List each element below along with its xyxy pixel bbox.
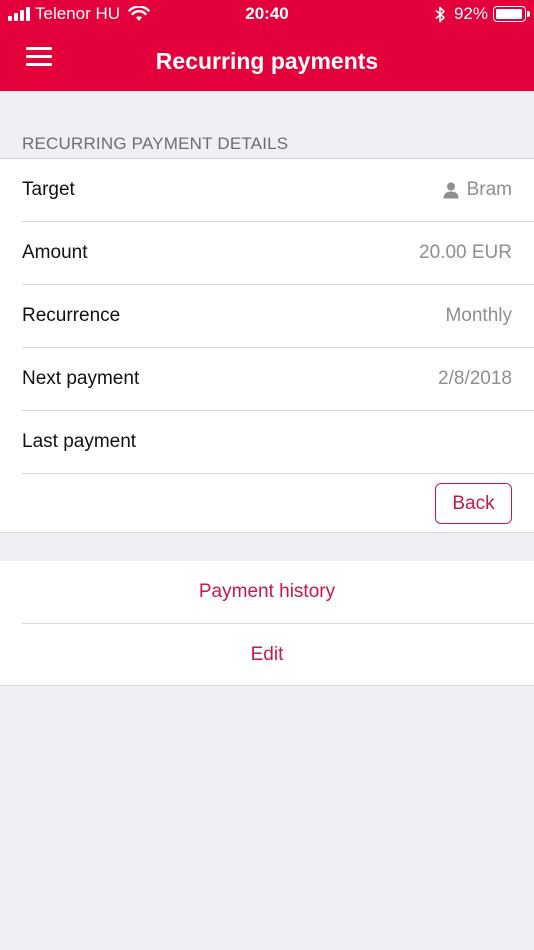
detail-row-recurrence: Recurrence Monthly: [0, 285, 534, 348]
status-bar: Telenor HU 20:40 92%: [0, 0, 534, 30]
payment-history-button[interactable]: Payment history: [0, 561, 534, 623]
amount-label: Amount: [22, 242, 88, 263]
target-name: Bram: [466, 179, 512, 200]
actions-card: Payment history Edit: [0, 561, 534, 686]
back-button[interactable]: Back: [435, 483, 512, 524]
bluetooth-icon: [435, 6, 445, 22]
section-title: RECURRING PAYMENT DETAILS: [22, 134, 289, 153]
target-label: Target: [22, 179, 75, 200]
battery-percent: 92%: [453, 4, 488, 23]
details-card: Target Bram Amount 20.00 EUR Recurrence …: [0, 158, 534, 533]
amount-value: 20.00 EUR: [419, 242, 512, 263]
nav-bar: Recurring payments: [0, 30, 534, 91]
recurring-payment-details-screen: Telenor HU 20:40 92% Recurring payments …: [0, 0, 534, 950]
next-payment-value: 2/8/2018: [438, 368, 512, 389]
last-payment-label: Last payment: [22, 431, 137, 452]
target-value: Bram: [443, 179, 512, 201]
status-right: 92%: [434, 4, 530, 23]
detail-row-amount: Amount 20.00 EUR: [0, 222, 534, 285]
detail-row-last-payment: Last payment: [0, 411, 534, 474]
next-payment-label: Next payment: [22, 368, 140, 389]
detail-row-target: Target Bram: [0, 159, 534, 222]
page-title: Recurring payments: [155, 48, 379, 74]
header: Telenor HU 20:40 92% Recurring payments: [0, 0, 534, 91]
recurrence-label: Recurrence: [22, 305, 121, 326]
battery-icon: [493, 6, 530, 22]
recurrence-value: Monthly: [445, 305, 512, 326]
edit-button[interactable]: Edit: [0, 624, 534, 686]
person-icon: [443, 182, 459, 198]
detail-row-next-payment: Next payment 2/8/2018: [0, 348, 534, 411]
